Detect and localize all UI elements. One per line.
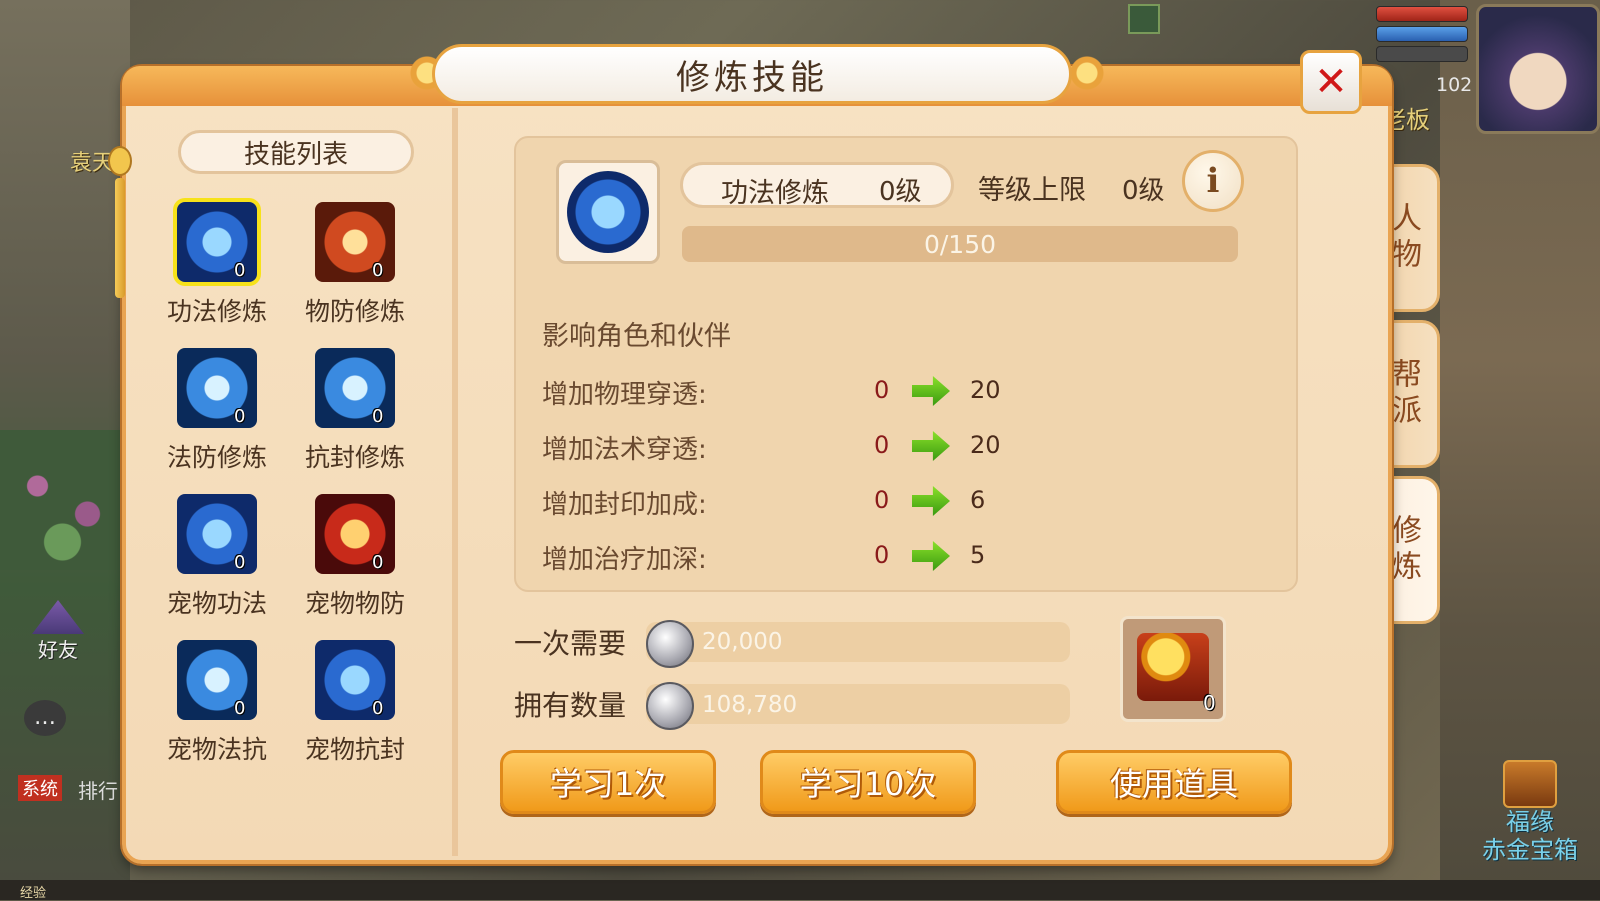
affects-label: 影响角色和伙伴: [542, 321, 731, 352]
skill-count: 0: [372, 552, 384, 573]
skill-item[interactable]: 0 宠物功法: [162, 494, 272, 634]
hp-bar: [1376, 6, 1468, 22]
stat-next: 20: [970, 376, 1001, 404]
skill-item[interactable]: 0 法防修炼: [162, 348, 272, 488]
stat-current: 0: [874, 486, 890, 514]
arrow-right-icon: [912, 376, 950, 406]
friend-button[interactable]: 好友: [20, 600, 96, 670]
exp-bar: [0, 880, 1600, 900]
selected-skill-emblem: [567, 171, 649, 253]
close-icon: ✕: [1314, 59, 1348, 105]
stat-name: 增加封印加成:: [542, 490, 707, 520]
stat-row: 增加法术穿透: 0 20: [542, 425, 1102, 465]
stat-row: 增加治疗加深: 0 5: [542, 535, 1102, 575]
item-slot[interactable]: 0: [1120, 616, 1226, 722]
silver-coin-icon: [646, 620, 694, 668]
stat-next: 20: [970, 431, 1001, 459]
learn-once-button[interactable]: 学习1次: [500, 750, 716, 814]
player-status-bars: [1376, 6, 1468, 66]
learn-ten-button[interactable]: 学习10次: [760, 750, 976, 814]
friend-hat-icon: [32, 600, 84, 634]
skill-count: 0: [234, 260, 246, 281]
mp-bar: [1376, 26, 1468, 42]
system-tag: 系统: [18, 775, 62, 801]
skill-label: 法防修炼: [166, 443, 267, 472]
column-divider: [452, 108, 458, 856]
skill-name: 功法修炼: [721, 178, 829, 209]
friend-label: 好友: [38, 638, 78, 662]
exp-progress-text: 0/150: [923, 229, 997, 259]
tassel-ornament: [108, 106, 132, 346]
cost-need-label: 一次需要: [514, 627, 627, 660]
skill-count: 0: [372, 406, 384, 427]
stat-current: 0: [874, 431, 890, 459]
system-channel-text[interactable]: 排行: [78, 775, 118, 804]
chest-label-1: 福缘: [1506, 808, 1554, 836]
stat-row: 增加物理穿透: 0 20: [542, 370, 1102, 410]
cultivation-panel: 修炼技能 ✕ 技能列表 0 功法修炼 0 物防修炼 0 法防修炼 0 抗封修炼 …: [108, 44, 1394, 866]
skill-label: 宠物功法: [166, 589, 267, 618]
skill-name-plate: 功法修炼 0级: [680, 162, 954, 209]
skill-item[interactable]: 0 宠物物防: [300, 494, 410, 634]
skill-count: 0: [234, 406, 246, 427]
arrow-right-icon: [912, 541, 950, 571]
skill-item[interactable]: 0 抗封修炼: [300, 348, 410, 488]
skill-count: 0: [234, 552, 246, 573]
level-cap-value: 0级: [1122, 176, 1165, 206]
stat-next: 5: [970, 541, 986, 569]
silver-coin-icon: [646, 682, 694, 730]
stat-current: 0: [874, 541, 890, 569]
tassel-knot: [108, 146, 132, 176]
skill-label: 抗封修炼: [304, 443, 405, 472]
treasure-chest-button[interactable]: 福缘 赤金宝箱: [1468, 760, 1592, 864]
info-icon[interactable]: i: [1182, 150, 1244, 212]
skill-item[interactable]: 0 物防修炼: [300, 202, 410, 342]
skill-label: 宠物法抗: [166, 735, 267, 764]
chest-label-2: 赤金宝箱: [1482, 836, 1578, 864]
cost-own-label: 拥有数量: [514, 689, 627, 722]
exp-label: 经验: [20, 886, 47, 901]
skill-label: 宠物物防: [304, 589, 405, 618]
stat-current: 0: [874, 376, 890, 404]
panel-title: 修炼技能: [432, 44, 1072, 104]
stat-name: 增加治疗加深:: [542, 545, 707, 575]
treasure-chest-item-icon: [1137, 633, 1209, 701]
use-item-button[interactable]: 使用道具: [1056, 750, 1292, 814]
cost-need-value: 20,000: [702, 629, 783, 655]
skill-item[interactable]: 0 功法修炼: [162, 202, 272, 342]
arrow-right-icon: [912, 486, 950, 516]
skill-level: 0级: [879, 177, 922, 207]
tassel-cord: [115, 178, 125, 298]
sp-bar: [1376, 46, 1468, 62]
chat-bubble-icon[interactable]: …: [24, 700, 66, 736]
item-count: 0: [1203, 691, 1216, 715]
stat-name: 增加法术穿透:: [542, 435, 707, 465]
stat-next: 6: [970, 486, 986, 514]
treasure-chest-icon: [1503, 760, 1557, 808]
selected-skill-icon: [556, 160, 660, 264]
skill-item[interactable]: 0 宠物法抗: [162, 640, 272, 780]
skill-count: 0: [372, 260, 384, 281]
skill-item[interactable]: 0 宠物抗封: [300, 640, 410, 780]
skill-list-header: 技能列表: [178, 130, 414, 174]
cost-own-value: 108,780: [702, 692, 798, 718]
skill-label: 物防修炼: [304, 297, 405, 326]
skill-count: 0: [234, 698, 246, 719]
level-cap-label: 等级上限: [978, 175, 1086, 206]
map-icon[interactable]: [1128, 4, 1160, 34]
stat-name: 增加物理穿透:: [542, 380, 707, 410]
skill-count: 0: [372, 698, 384, 719]
background-flowers: [0, 430, 125, 570]
stat-row: 增加封印加成: 0 6: [542, 480, 1102, 520]
skill-label: 宠物抗封: [304, 735, 405, 764]
skill-label: 功法修炼: [166, 297, 267, 326]
arrow-right-icon: [912, 431, 950, 461]
player-avatar[interactable]: [1476, 4, 1600, 134]
exp-progress-bar: 0/150: [682, 226, 1238, 262]
close-button[interactable]: ✕: [1300, 50, 1362, 114]
player-level: 102: [1436, 74, 1473, 96]
